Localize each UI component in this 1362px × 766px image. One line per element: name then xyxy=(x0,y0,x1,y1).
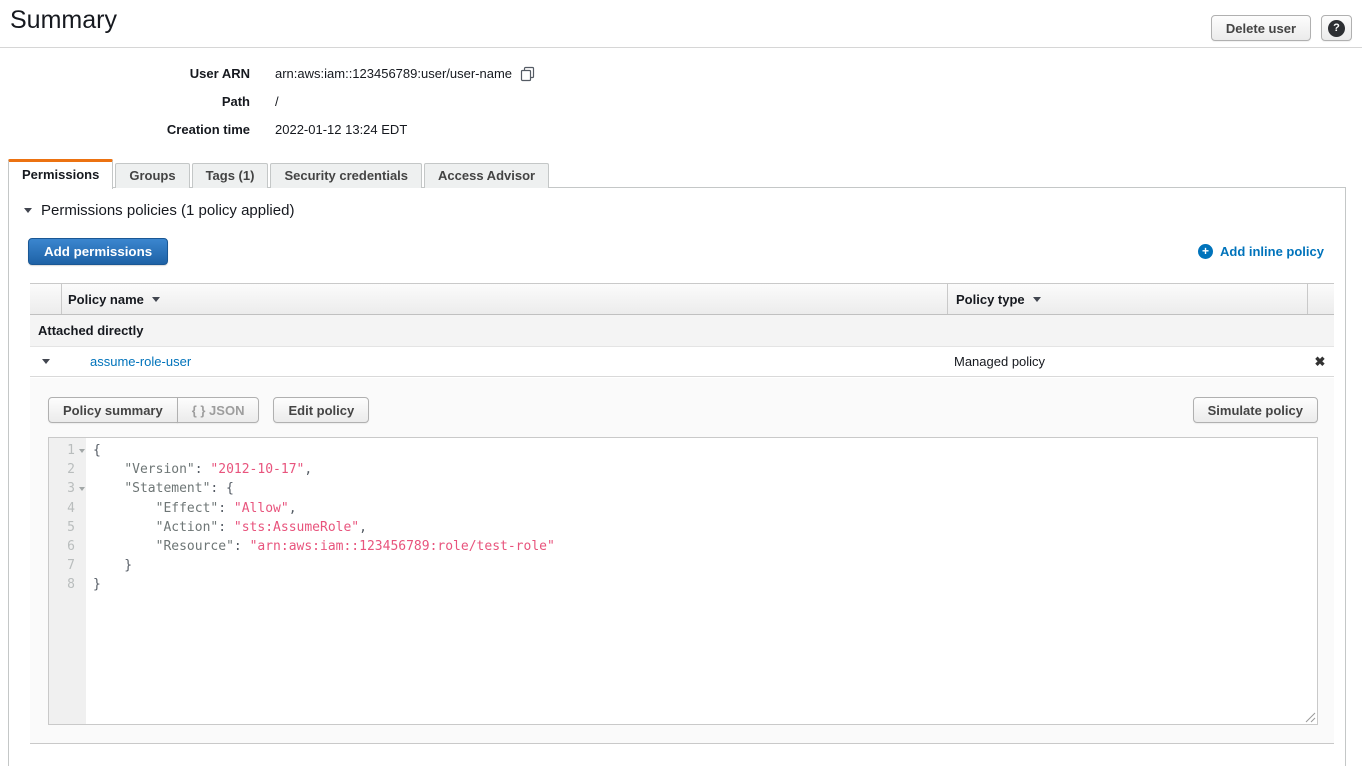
tab-tags[interactable]: Tags (1) xyxy=(192,163,269,188)
json-editor-lines: 1{2 "Version": "2012-10-17",3 "Statement… xyxy=(49,441,1317,595)
simulate-policy-button[interactable]: Simulate policy xyxy=(1193,397,1318,423)
chevron-down-icon xyxy=(24,208,32,217)
policy-type-header-label: Policy type xyxy=(956,292,1025,307)
iam-user-summary-page: Summary Delete user ? User ARN arn:aws:i… xyxy=(0,0,1362,766)
fold-caret-icon[interactable] xyxy=(79,487,85,494)
row-expand-toggle[interactable] xyxy=(30,355,62,368)
add-permissions-button[interactable]: Add permissions xyxy=(28,238,168,265)
creation-time-value: 2022-01-12 13:24 EDT xyxy=(275,122,407,137)
line-number: 1 xyxy=(49,441,86,460)
policy-name-cell: assume-role-user xyxy=(62,354,946,369)
line-number: 3 xyxy=(49,479,86,498)
user-details: User ARN arn:aws:iam::123456789:user/use… xyxy=(0,66,535,150)
actions-column-header xyxy=(1307,284,1334,314)
remove-policy-icon[interactable]: ✖ xyxy=(1315,355,1326,368)
code-line-text: "Effect": "Allow", xyxy=(86,499,297,518)
policy-detail-toolbar: Policy summary { } JSON Edit policy Simu… xyxy=(48,397,1318,423)
line-number: 5 xyxy=(49,518,86,537)
path-value: / xyxy=(275,94,279,109)
attached-directly-group-header: Attached directly xyxy=(30,315,1334,347)
add-inline-policy-link[interactable]: + Add inline policy xyxy=(1198,244,1324,259)
header-divider xyxy=(0,47,1362,48)
sort-caret-icon xyxy=(1033,297,1041,306)
code-line-text: } xyxy=(86,575,101,594)
code-line-text: "Version": "2012-10-17", xyxy=(86,460,312,479)
permissions-policies-section-toggle[interactable]: Permissions policies (1 policy applied) xyxy=(24,202,294,219)
table-row: assume-role-user Managed policy ✖ xyxy=(30,347,1334,377)
editor-line: 5 "Action": "sts:AssumeRole", xyxy=(49,518,1317,537)
code-line-text: { xyxy=(86,441,101,460)
json-view-button[interactable]: { } JSON xyxy=(177,397,260,423)
editor-line: 7 } xyxy=(49,556,1317,575)
path-row: Path / xyxy=(0,94,535,109)
line-number: 2 xyxy=(49,460,86,479)
policy-name-link[interactable]: assume-role-user xyxy=(90,354,191,369)
tab-permissions[interactable]: Permissions xyxy=(8,159,113,189)
expand-column-header xyxy=(30,284,62,314)
path-label: Path xyxy=(0,94,250,109)
delete-user-button[interactable]: Delete user xyxy=(1211,15,1311,41)
policy-actions-cell: ✖ xyxy=(1306,355,1334,368)
creation-time-row: Creation time 2022-01-12 13:24 EDT xyxy=(0,122,535,137)
editor-line: 6 "Resource": "arn:aws:iam::123456789:ro… xyxy=(49,537,1317,556)
user-arn-row: User ARN arn:aws:iam::123456789:user/use… xyxy=(0,66,535,81)
tab-access-advisor[interactable]: Access Advisor xyxy=(424,163,549,188)
fold-caret-icon[interactable] xyxy=(79,449,85,456)
policy-detail-panel: Policy summary { } JSON Edit policy Simu… xyxy=(30,378,1334,744)
editor-line: 2 "Version": "2012-10-17", xyxy=(49,460,1317,479)
sort-caret-icon xyxy=(152,297,160,306)
user-arn-value: arn:aws:iam::123456789:user/user-name xyxy=(275,66,512,81)
json-policy-editor[interactable]: 1{2 "Version": "2012-10-17",3 "Statement… xyxy=(48,437,1318,725)
policy-name-column-header[interactable]: Policy name xyxy=(62,284,947,314)
line-number: 7 xyxy=(49,556,86,575)
page-title: Summary xyxy=(10,6,117,35)
code-line-text: "Statement": { xyxy=(86,479,234,498)
add-inline-policy-label: Add inline policy xyxy=(1220,244,1324,259)
editor-resize-grip[interactable] xyxy=(1304,711,1316,723)
question-mark-icon: ? xyxy=(1328,20,1345,37)
editor-line: 1{ xyxy=(49,441,1317,460)
tab-groups[interactable]: Groups xyxy=(115,163,189,188)
line-number: 6 xyxy=(49,537,86,556)
code-line-text: "Action": "sts:AssumeRole", xyxy=(86,518,367,537)
copy-icon[interactable] xyxy=(520,66,535,82)
user-arn-label: User ARN xyxy=(0,66,250,81)
line-number: 8 xyxy=(49,575,86,594)
plus-circle-icon: + xyxy=(1198,244,1213,259)
policy-table-header: Policy name Policy type xyxy=(30,283,1334,315)
permissions-policies-title: Permissions policies (1 policy applied) xyxy=(41,202,294,219)
policy-type-cell: Managed policy xyxy=(946,354,1306,369)
tab-security-credentials[interactable]: Security credentials xyxy=(270,163,422,188)
edit-policy-button[interactable]: Edit policy xyxy=(273,397,369,423)
policy-type-column-header[interactable]: Policy type xyxy=(947,284,1307,314)
creation-time-label: Creation time xyxy=(0,122,250,137)
tab-bar: Permissions Groups Tags (1) Security cre… xyxy=(8,158,551,188)
policy-summary-button[interactable]: Policy summary xyxy=(48,397,178,423)
code-line-text: } xyxy=(86,556,132,575)
editor-line: 3 "Statement": { xyxy=(49,479,1317,498)
help-button[interactable]: ? xyxy=(1321,15,1352,41)
line-number: 4 xyxy=(49,499,86,518)
code-line-text: "Resource": "arn:aws:iam::123456789:role… xyxy=(86,537,555,556)
caret-down-icon xyxy=(42,359,50,368)
policy-name-header-label: Policy name xyxy=(68,292,144,307)
policy-table: Policy name Policy type Attached directl… xyxy=(30,283,1334,377)
editor-line: 8} xyxy=(49,575,1317,594)
editor-line: 4 "Effect": "Allow", xyxy=(49,499,1317,518)
